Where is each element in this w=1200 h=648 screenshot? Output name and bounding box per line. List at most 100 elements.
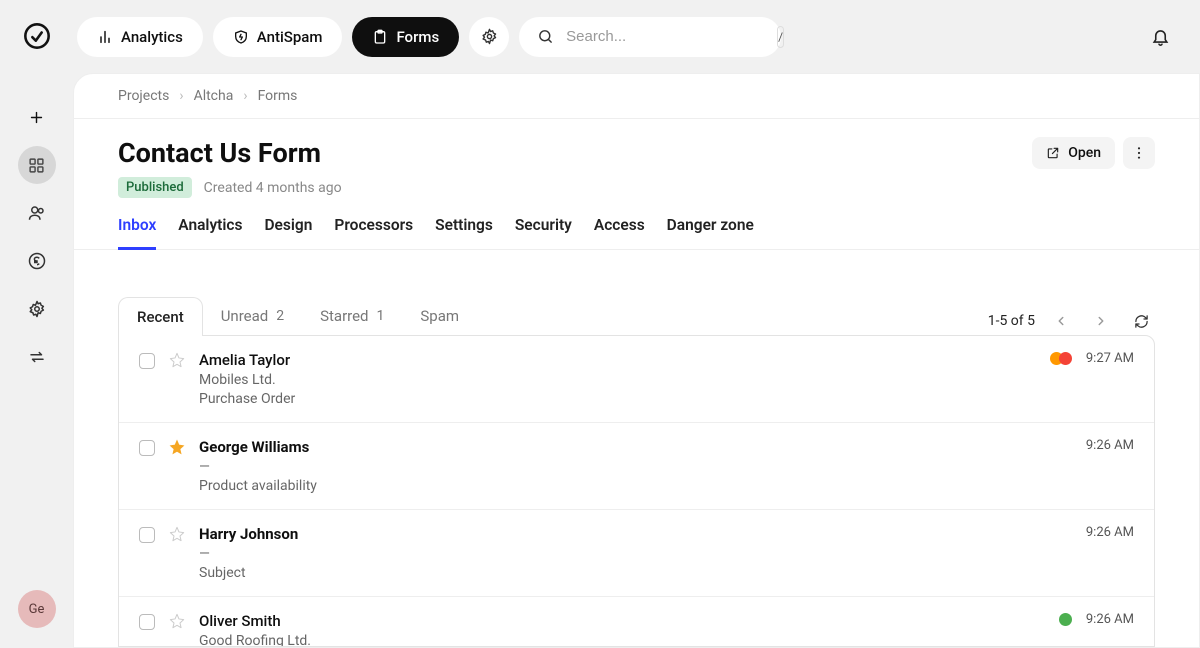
- form-tabs: Inbox Analytics Design Processors Settin…: [74, 198, 1199, 250]
- search-input[interactable]: [566, 28, 765, 45]
- chevron-right-icon: ›: [179, 88, 183, 104]
- topbar: Analytics AntiSpam Forms: [73, 0, 1200, 73]
- sidebar-item-apps[interactable]: [18, 146, 56, 184]
- filter-label: Unread: [221, 307, 269, 325]
- tab-settings[interactable]: Settings: [435, 216, 493, 249]
- nav-forms[interactable]: Forms: [352, 17, 459, 57]
- breadcrumb: Projects › Altcha › Forms: [74, 74, 1199, 119]
- tab-danger[interactable]: Danger zone: [667, 216, 754, 249]
- status-badge: Published: [118, 177, 192, 198]
- more-vertical-icon: [1131, 145, 1147, 161]
- crumb-item[interactable]: Altcha: [194, 88, 234, 104]
- bell-icon: [1151, 27, 1170, 46]
- sidebar-item-users[interactable]: [18, 194, 56, 232]
- tab-inbox[interactable]: Inbox: [118, 216, 156, 250]
- pager-prev[interactable]: [1047, 307, 1075, 335]
- analytics-icon: [97, 29, 113, 45]
- message-time: 9:26 AM: [1086, 612, 1134, 627]
- filter-unread[interactable]: Unread 2: [203, 296, 302, 335]
- chevron-right-icon: [1094, 314, 1108, 328]
- message-company: Mobiles Ltd.: [199, 372, 1036, 388]
- settings-button[interactable]: [469, 17, 509, 57]
- search-kbd: /: [777, 26, 784, 48]
- filter-starred[interactable]: Starred 1: [302, 296, 402, 335]
- star-icon[interactable]: [169, 352, 185, 368]
- message-sender: Harry Johnson: [199, 525, 1058, 543]
- filter-label: Recent: [137, 308, 184, 326]
- chevron-right-icon: ›: [243, 88, 247, 104]
- message-time: 9:26 AM: [1086, 525, 1134, 540]
- nav-label: AntiSpam: [257, 28, 323, 46]
- filter-tabs: Recent Unread 2 Starred 1 Spam: [118, 296, 477, 335]
- row-checkbox[interactable]: [139, 440, 155, 456]
- status-dot: [1059, 352, 1072, 365]
- filter-label: Spam: [420, 307, 459, 325]
- nav-label: Forms: [396, 28, 439, 46]
- message-sender: Oliver Smith: [199, 612, 1045, 630]
- sidebar-item-billing[interactable]: [18, 242, 56, 280]
- refresh-icon: [1134, 314, 1149, 329]
- open-label: Open: [1068, 145, 1101, 161]
- search-icon: [537, 28, 554, 45]
- message-time: 9:27 AM: [1086, 351, 1134, 366]
- nav-antispam[interactable]: AntiSpam: [213, 17, 343, 57]
- message-time: 9:26 AM: [1086, 438, 1134, 453]
- row-checkbox[interactable]: [139, 614, 155, 630]
- message-row[interactable]: Amelia Taylor Mobiles Ltd. Purchase Orde…: [119, 336, 1154, 423]
- crumb-item[interactable]: Projects: [118, 88, 169, 104]
- tab-design[interactable]: Design: [264, 216, 312, 249]
- clipboard-icon: [372, 29, 388, 45]
- star-icon[interactable]: [169, 439, 185, 455]
- sidebar-item-new[interactable]: [18, 98, 56, 136]
- search-box[interactable]: /: [519, 17, 781, 57]
- filter-recent[interactable]: Recent: [118, 297, 203, 336]
- filter-count: 2: [276, 308, 284, 324]
- gear-icon: [481, 28, 498, 45]
- tab-analytics[interactable]: Analytics: [178, 216, 242, 249]
- chevron-left-icon: [1054, 314, 1068, 328]
- crumb-item[interactable]: Forms: [258, 88, 298, 104]
- message-company: —: [199, 459, 1058, 475]
- tab-security[interactable]: Security: [515, 216, 572, 249]
- page-title: Contact Us Form: [118, 137, 342, 169]
- more-button[interactable]: [1123, 137, 1155, 169]
- message-subject: Purchase Order: [199, 391, 1036, 407]
- star-icon[interactable]: [169, 613, 185, 629]
- message-row[interactable]: George Williams — Product availability 9…: [119, 423, 1154, 510]
- message-company: —: [199, 546, 1058, 562]
- message-sender: Amelia Taylor: [199, 351, 1036, 369]
- pager-next[interactable]: [1087, 307, 1115, 335]
- filter-spam[interactable]: Spam: [402, 296, 477, 335]
- avatar[interactable]: Ge: [18, 590, 56, 628]
- message-row[interactable]: Oliver Smith Good Roofing Ltd. Problems …: [119, 597, 1154, 647]
- message-subject: Product availability: [199, 478, 1058, 494]
- side-rail: Ge: [0, 0, 73, 648]
- tab-processors[interactable]: Processors: [334, 216, 413, 249]
- notifications-button[interactable]: [1140, 17, 1180, 57]
- status-dot: [1059, 613, 1072, 626]
- pager-text: 1-5 of 5: [988, 313, 1035, 329]
- filter-label: Starred: [320, 307, 368, 325]
- tab-access[interactable]: Access: [594, 216, 645, 249]
- shield-icon: [233, 29, 249, 45]
- row-checkbox[interactable]: [139, 353, 155, 369]
- sidebar-item-settings[interactable]: [18, 290, 56, 328]
- logo[interactable]: [23, 22, 51, 50]
- message-sender: George Williams: [199, 438, 1058, 456]
- message-row[interactable]: Harry Johnson — Subject 9:26 AM: [119, 510, 1154, 597]
- message-subject: Subject: [199, 565, 1058, 581]
- sidebar-item-transfer[interactable]: [18, 338, 56, 376]
- open-button[interactable]: Open: [1032, 137, 1115, 169]
- status-dots: [1059, 613, 1072, 626]
- created-text: Created 4 months ago: [204, 180, 342, 196]
- nav-analytics[interactable]: Analytics: [77, 17, 203, 57]
- nav-label: Analytics: [121, 28, 183, 46]
- external-link-icon: [1046, 146, 1060, 160]
- refresh-button[interactable]: [1127, 307, 1155, 335]
- message-company: Good Roofing Ltd.: [199, 633, 1045, 647]
- row-checkbox[interactable]: [139, 527, 155, 543]
- message-list: Amelia Taylor Mobiles Ltd. Purchase Orde…: [118, 335, 1155, 647]
- filter-count: 1: [377, 308, 385, 324]
- status-dots: [1050, 352, 1072, 365]
- star-icon[interactable]: [169, 526, 185, 542]
